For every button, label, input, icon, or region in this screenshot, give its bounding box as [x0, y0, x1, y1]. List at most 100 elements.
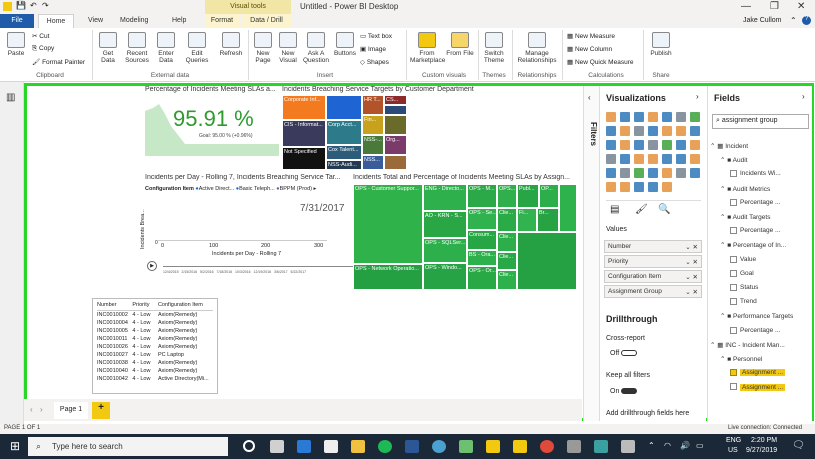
field-item[interactable]: Status	[730, 284, 758, 291]
treemap-cell[interactable]: Corp Acct...	[326, 120, 362, 145]
table-row[interactable]: INC0010038 4 - Low Axiom(Remedy)	[97, 359, 213, 367]
treemap-cell[interactable]: AO - KRN - S...	[423, 211, 467, 238]
visual-type-icon[interactable]	[634, 112, 644, 122]
visual-type-icon[interactable]	[690, 126, 700, 136]
copy-button[interactable]: ⎘ Copy	[32, 45, 54, 53]
undo-icon[interactable]: ↶	[30, 1, 37, 10]
from-marketplace-button[interactable]: From Marketplace	[410, 32, 445, 64]
ask-question-button[interactable]: Ask A Question	[302, 32, 330, 64]
volume-icon[interactable]: 🔊	[680, 441, 690, 450]
visual-type-icon[interactable]	[648, 112, 658, 122]
value-well-priority[interactable]: Priority ⌄ ✕	[604, 255, 702, 268]
visual-type-icon[interactable]	[606, 126, 616, 136]
value-well-number[interactable]: Number ⌄ ✕	[604, 240, 702, 253]
add-page-button[interactable]: +	[92, 402, 110, 419]
field-checkbox[interactable]	[730, 198, 737, 206]
table-header[interactable]: Priority	[132, 302, 158, 308]
taskbar-search-input[interactable]: Type here to search	[28, 437, 228, 456]
chevron-right-icon[interactable]: ›	[802, 92, 805, 101]
tab-file[interactable]: File	[0, 14, 34, 28]
field-item[interactable]: Percentage ...	[730, 326, 780, 334]
treemap-cell[interactable]: OPS...	[497, 184, 517, 208]
visual-type-icon[interactable]	[676, 126, 686, 136]
treemap-cell[interactable]: Not Specified	[282, 147, 326, 170]
publish-button[interactable]: Publish	[648, 32, 674, 57]
filters-pane-collapsed[interactable]: ‹ Filters	[583, 86, 599, 421]
field-item[interactable]: ⌃ ▦ INC - Incident Man...	[710, 341, 785, 349]
treemap-cell[interactable]: Br...	[537, 208, 559, 232]
visual-type-icon[interactable]	[662, 154, 672, 164]
page-tab-1[interactable]: Page 1	[54, 402, 88, 419]
task-view-icon[interactable]	[270, 440, 284, 453]
play-axis-slider[interactable]	[163, 266, 359, 267]
new-page-button[interactable]: New Page	[252, 32, 274, 64]
field-checkbox[interactable]	[730, 326, 737, 334]
visual-type-icon[interactable]	[662, 140, 672, 150]
visual-type-icon[interactable]	[620, 168, 630, 178]
visual-type-icon[interactable]	[620, 112, 630, 122]
treemap-cell[interactable]: Clie...	[497, 252, 517, 270]
table-row[interactable]: INC0010011 4 - Low Axiom(Remedy)	[97, 335, 213, 343]
treemap-cell[interactable]: CS...	[384, 95, 407, 105]
treemap-cell[interactable]: Corporate Inf...	[282, 95, 326, 120]
visual-type-icon[interactable]	[676, 112, 686, 122]
visual-type-icon[interactable]	[606, 154, 616, 164]
visual-type-icon[interactable]	[620, 182, 630, 192]
cut-button[interactable]: ✂ Cut	[32, 32, 49, 40]
from-file-button[interactable]: From File	[446, 32, 474, 57]
explorer-icon[interactable]	[351, 440, 365, 453]
table-row[interactable]: INC0010042 4 - Low Active Directory(Mi...	[97, 375, 213, 383]
visual-type-icon[interactable]	[606, 112, 616, 122]
visual-type-icon[interactable]	[690, 168, 700, 178]
field-checkbox[interactable]	[730, 255, 737, 263]
table-row[interactable]: INC0010004 4 - Low Axiom(Remedy)	[97, 319, 213, 327]
network-icon[interactable]: ▭	[696, 441, 704, 450]
treemap-cell[interactable]: NSS...	[362, 155, 384, 170]
visual-type-icon[interactable]	[620, 154, 630, 164]
treemap-cell[interactable]: Cox Talent...	[326, 145, 362, 160]
region-code[interactable]: US	[728, 447, 738, 454]
cortana-icon[interactable]	[243, 440, 255, 452]
redo-icon[interactable]: ↷	[42, 1, 49, 10]
field-item[interactable]: Percentage ...	[730, 198, 780, 206]
treemap-cell[interactable]: BS - Ora...	[467, 250, 497, 266]
tab-modeling[interactable]: Modeling	[120, 14, 148, 28]
report-view-icon[interactable]: ▥	[6, 92, 15, 103]
field-item[interactable]: ⌃ ■ Performance Targets	[720, 312, 793, 320]
buttons-button[interactable]: Buttons	[332, 32, 358, 57]
cross-report-toggle[interactable]: Off	[610, 350, 638, 357]
user-name[interactable]: Jake Cullom	[743, 17, 782, 24]
tab-data-drill[interactable]: Data / Drill	[242, 14, 291, 28]
treemap-cell[interactable]: Clie...	[497, 270, 517, 290]
app-icon[interactable]	[567, 440, 581, 453]
visual-type-icon[interactable]	[606, 140, 616, 150]
visual-type-icon[interactable]	[648, 182, 658, 192]
textbox-button[interactable]: ▭ Text box	[360, 32, 392, 40]
app-icon[interactable]	[459, 440, 473, 453]
refresh-button[interactable]: Refresh	[216, 32, 246, 57]
value-well-configuration-item[interactable]: Configuration Item ⌄ ✕	[604, 270, 702, 283]
visual-type-icon[interactable]	[662, 126, 672, 136]
treemap-cell[interactable]: OPS - SQLSer...	[423, 238, 467, 263]
field-item[interactable]: ⌃ ▦ Incident	[710, 142, 748, 150]
visual-type-icon[interactable]	[648, 126, 658, 136]
treemap-cell[interactable]: OP...	[539, 184, 559, 208]
treemap-cell[interactable]: HR T...	[362, 95, 384, 115]
treemap-cell[interactable]	[517, 232, 577, 290]
tab-format[interactable]: Format	[205, 14, 239, 28]
table-row[interactable]: INC0010027 4 - Low PC Laptop	[97, 351, 213, 359]
powerbi-icon[interactable]	[486, 440, 500, 453]
clock-date[interactable]: 9/27/2019	[746, 447, 777, 454]
treemap-cell[interactable]: OPS - Se...	[467, 208, 497, 230]
fields-search-input[interactable]: ⌕ assignment group	[712, 114, 809, 129]
field-item[interactable]: Goal	[730, 269, 754, 277]
kpi-visual[interactable]: 95.91 % Goal: 95.00 % (+0.96%)	[145, 96, 279, 156]
fields-well-icon[interactable]: ▤	[610, 204, 619, 215]
chevron-right-icon[interactable]: ›	[696, 92, 699, 101]
field-item[interactable]: ⌃ ■ Personnel	[720, 355, 762, 363]
clock-time[interactable]: 2:20 PM	[751, 437, 777, 444]
visual-type-icon[interactable]	[634, 182, 644, 192]
table-visual[interactable]: Number Priority Configuration Item INC00100…	[92, 298, 218, 394]
field-checkbox[interactable]	[730, 227, 737, 235]
treemap-cell[interactable]: Consum...	[467, 230, 497, 250]
